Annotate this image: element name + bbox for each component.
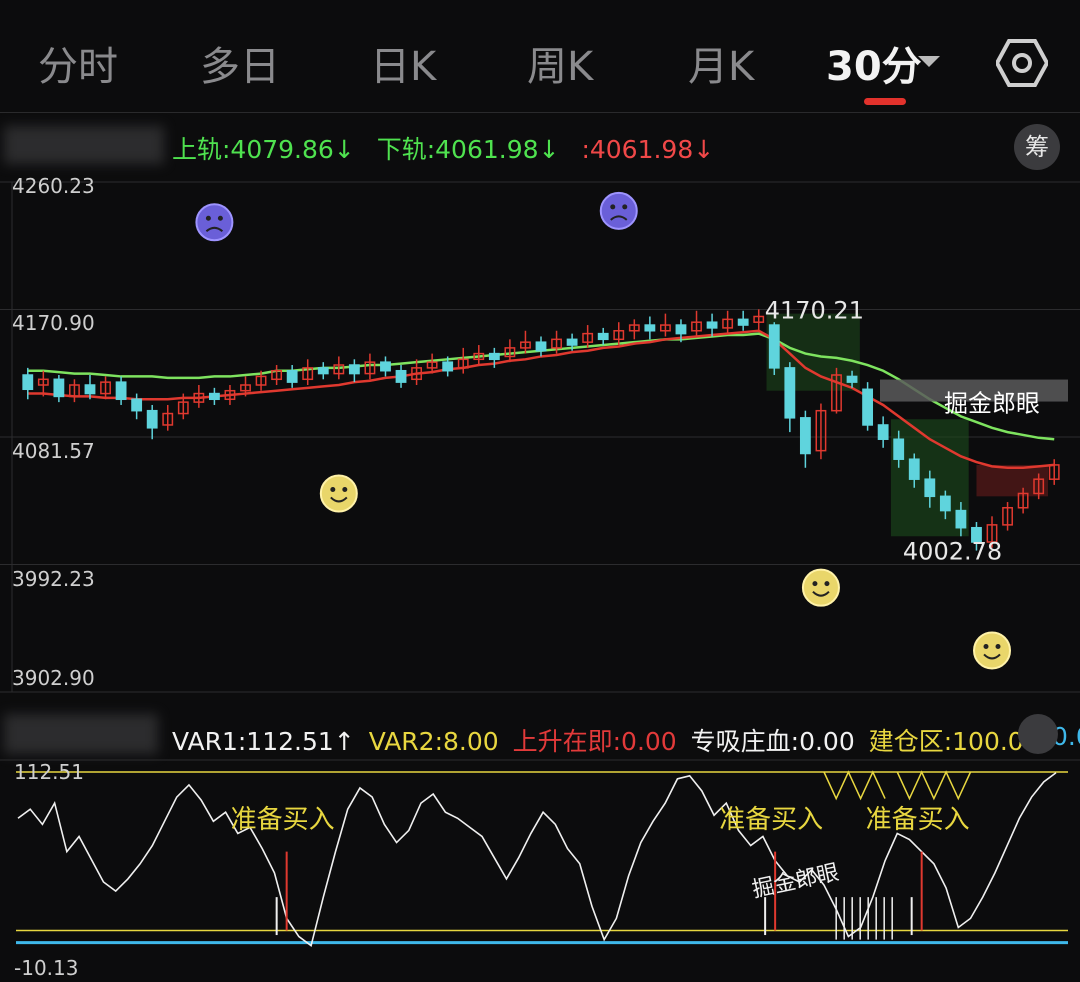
candle-body — [442, 361, 454, 372]
low-price-label: 4002.78 — [903, 537, 1002, 565]
candle-body — [893, 438, 905, 460]
candle-body — [22, 374, 34, 391]
down-zone-shade — [766, 313, 860, 391]
y-tick-label: 4260.23 — [12, 174, 95, 198]
jue-jin-label: 掘金郎眼 — [944, 390, 1040, 418]
sad-face-icon — [599, 191, 638, 230]
build-zone-line — [896, 770, 972, 801]
candle-body — [768, 324, 780, 369]
candle-body — [799, 417, 811, 455]
candle-body — [208, 392, 220, 401]
sub-y-tick-label: 112.51 — [14, 760, 84, 784]
candle-body — [146, 409, 158, 429]
candle-body — [955, 509, 967, 529]
face-eye — [983, 643, 989, 649]
y-tick-label: 4170.90 — [12, 311, 95, 336]
candle-body — [597, 332, 609, 341]
sad-face-icon — [195, 203, 234, 242]
candle-body — [644, 324, 656, 332]
face-eye — [622, 204, 628, 210]
candle-body — [939, 495, 951, 512]
candle-body — [488, 352, 500, 361]
var1-line — [17, 772, 1057, 948]
candle-body — [924, 478, 936, 498]
candle-body — [317, 367, 329, 375]
face-eye — [824, 581, 830, 587]
smile-face-icon — [973, 631, 1012, 670]
candle-body — [706, 321, 718, 329]
face-eye — [217, 215, 223, 221]
face-eye — [330, 486, 336, 492]
up-zone-shade — [976, 464, 1049, 497]
candle-body — [53, 378, 65, 398]
candle-body — [348, 364, 360, 375]
sub-y-tick-label: -10.13 — [14, 956, 79, 980]
y-tick-label: 4081.57 — [12, 438, 95, 463]
buy-signal-label: 准备买入 — [231, 805, 335, 835]
candle-body — [737, 318, 749, 326]
smile-face-icon — [319, 474, 358, 513]
buy-signal-label: 准备买入 — [719, 805, 823, 835]
candle-body — [862, 388, 874, 426]
candle-body — [115, 381, 127, 401]
candle-body — [286, 369, 298, 383]
jue-jin-sub-label: 掘金郎眼 — [750, 860, 841, 903]
candle-body — [131, 398, 143, 412]
face-eye — [342, 486, 348, 492]
face-eye — [205, 215, 211, 221]
candle-body — [675, 324, 687, 335]
candle-body — [84, 384, 96, 395]
smile-face-icon — [801, 568, 840, 607]
candle-body — [908, 458, 920, 480]
candlestick-chart[interactable]: 4170.214002.78掘金郎眼准备买入 准备买入 准备买入掘金郎眼 — [0, 0, 1080, 982]
candle-body — [846, 375, 858, 383]
candle-body — [784, 367, 796, 419]
y-tick-label: 3992.23 — [12, 566, 95, 591]
buy-signal-label: 准备买入 — [866, 805, 970, 835]
face-eye — [610, 204, 616, 210]
candle-body — [566, 338, 578, 346]
candle-body — [535, 341, 547, 352]
build-zone-line — [823, 770, 886, 801]
candle-body — [877, 424, 889, 440]
candle-body — [380, 361, 391, 372]
candle-body — [395, 369, 407, 383]
y-tick-label: 3902.90 — [12, 666, 95, 690]
face-eye — [812, 581, 818, 587]
high-price-label: 4170.21 — [765, 296, 864, 324]
face-eye — [995, 643, 1001, 649]
